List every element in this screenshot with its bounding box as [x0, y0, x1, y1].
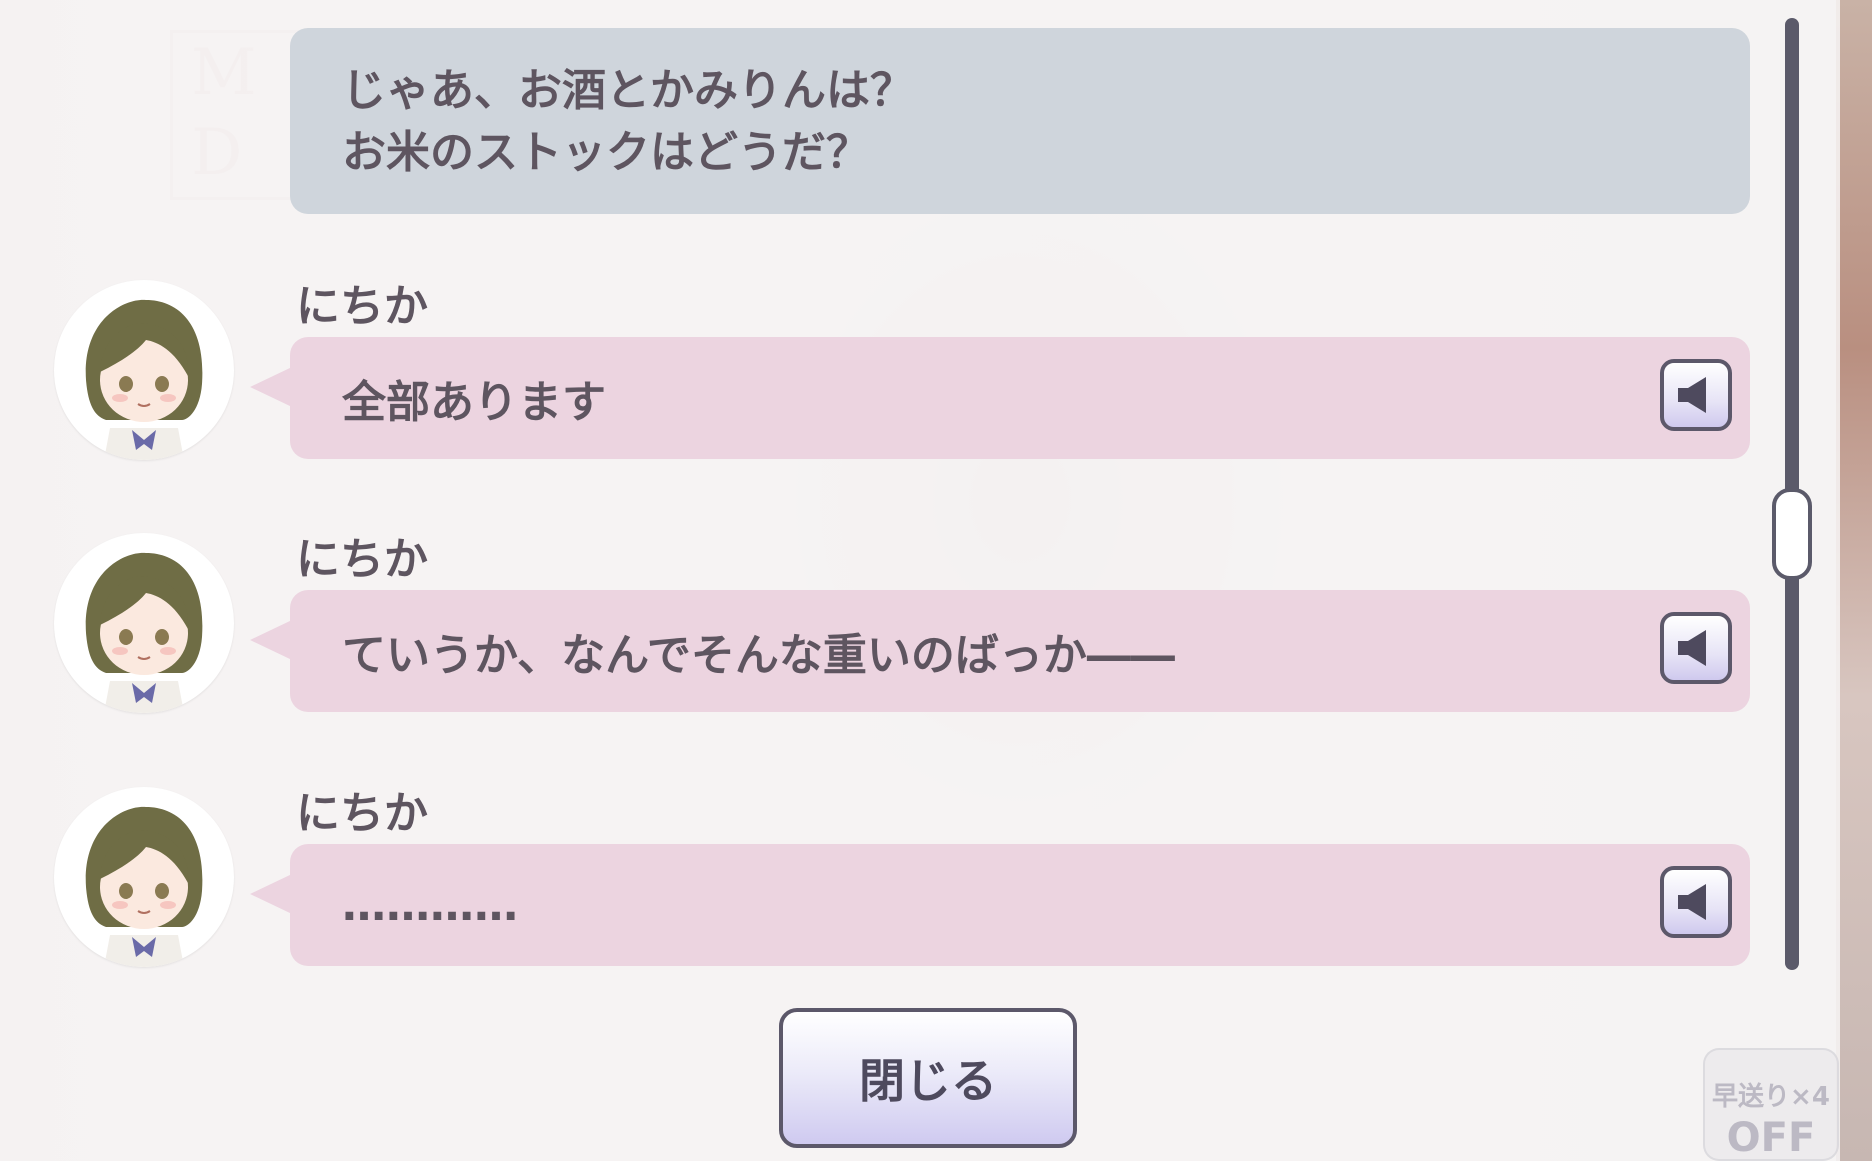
avatar	[54, 280, 234, 460]
dialogue-bubble: ていうか、なんでそんな重いのばっか――	[250, 590, 1750, 712]
character-portrait-icon	[85, 552, 203, 713]
player-message-line-2: お米のストックはどうだ？	[342, 127, 870, 178]
speaker-icon	[1678, 884, 1706, 920]
fast-forward-toggle[interactable]: 早送り×4 OFF	[1703, 1048, 1839, 1161]
speaker-name: にちか	[296, 281, 428, 332]
background-edge	[1836, 0, 1872, 1161]
player-message-line-1: じゃあ、お酒とかみりんは？	[342, 65, 914, 116]
voice-replay-button[interactable]	[1660, 612, 1732, 684]
dialogue-text: …………	[342, 879, 518, 931]
dialogue-text: 全部あります	[342, 377, 606, 428]
speaker-name: にちか	[296, 534, 428, 585]
speaker-icon	[1678, 630, 1706, 666]
dialogue-bubble: 全部あります	[250, 337, 1750, 459]
dialogue-log-panel[interactable]: じゃあ、お酒とかみりんは？ お米のストックはどうだ？ にちか 全部あります にち…	[0, 0, 1840, 1161]
fast-forward-state: OFF	[1726, 1115, 1816, 1161]
character-portrait-icon	[85, 299, 203, 460]
scrollbar-thumb[interactable]	[1772, 488, 1812, 580]
dialogue-bubble: …………	[250, 844, 1750, 966]
speaker-icon	[1678, 377, 1706, 413]
close-button[interactable]: 閉じる	[779, 1008, 1077, 1148]
fast-forward-label: 早送り×4	[1712, 1082, 1830, 1112]
dialogue-text: ていうか、なんでそんな重いのばっか――	[342, 630, 1175, 681]
voice-replay-button[interactable]	[1660, 866, 1732, 938]
player-message-bubble: じゃあ、お酒とかみりんは？ お米のストックはどうだ？	[290, 28, 1750, 214]
speaker-name: にちか	[296, 788, 428, 839]
avatar	[54, 787, 234, 967]
avatar	[54, 533, 234, 713]
voice-replay-button[interactable]	[1660, 359, 1732, 431]
character-portrait-icon	[85, 806, 203, 967]
